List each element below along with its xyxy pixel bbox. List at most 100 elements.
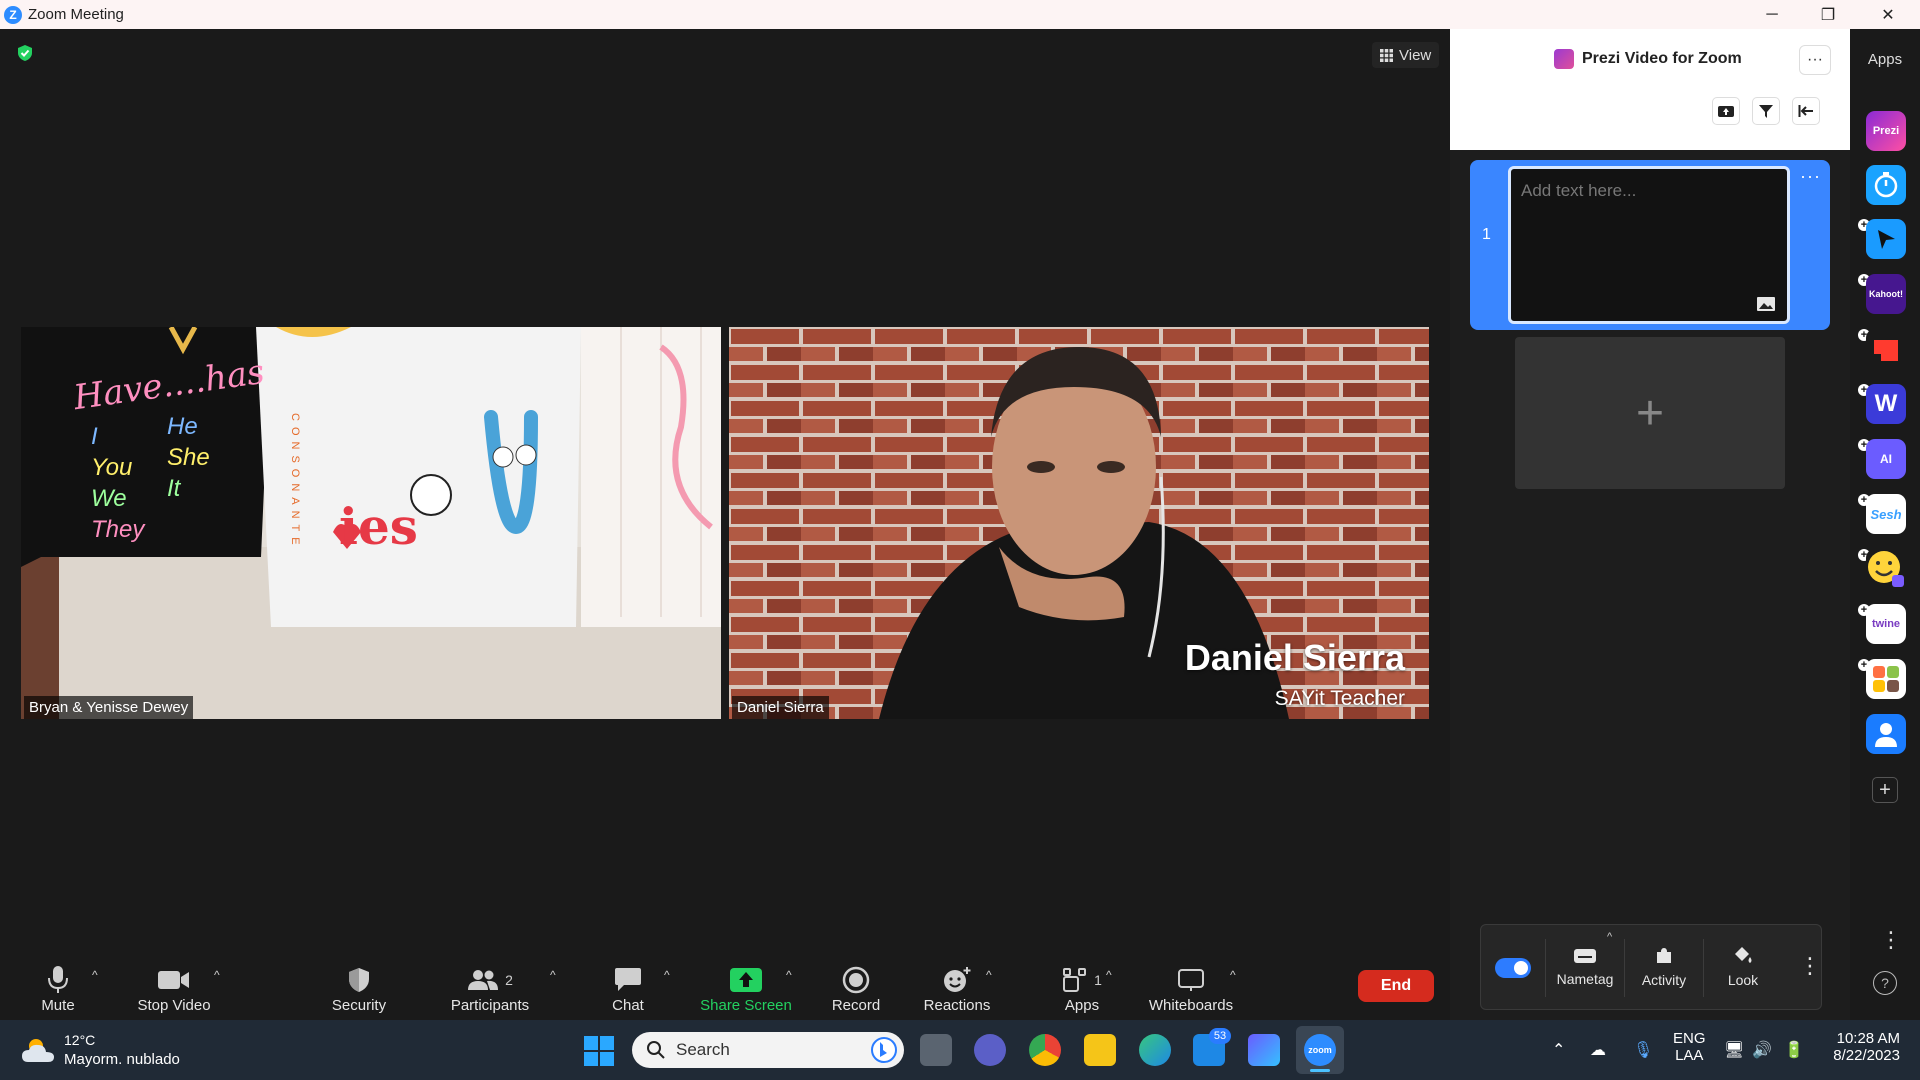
nametag-caret-icon[interactable]: ^ — [1607, 931, 1612, 943]
minimize-button[interactable]: ─ — [1744, 0, 1800, 29]
whiteboards-button[interactable]: Whiteboards — [1144, 948, 1238, 1020]
share-screen-button[interactable]: Share Screen — [696, 948, 796, 1020]
app-timer-icon[interactable] — [1866, 165, 1906, 205]
app-avatar-icon[interactable] — [1866, 714, 1906, 754]
app-grid-icon[interactable] — [1866, 659, 1906, 699]
poster-vertical-word: CONSONANTE — [289, 413, 301, 551]
weather-cloud-icon[interactable] — [22, 1036, 56, 1064]
panel-title: Prezi Video for Zoom — [1554, 49, 1742, 69]
collapse-panel-button[interactable] — [1792, 97, 1820, 125]
mic-tray-icon[interactable]: 🎙 — [1633, 1040, 1653, 1060]
participants-options-caret-icon[interactable]: ^ — [550, 968, 556, 982]
add-slide-button[interactable]: + — [1515, 337, 1785, 489]
clock-date: 8/22/2023 — [1833, 1047, 1900, 1064]
task-view-icon[interactable] — [920, 1034, 952, 1066]
bing-icon[interactable] — [870, 1036, 898, 1064]
camera-toggle-button[interactable] — [1712, 97, 1740, 125]
zoom-taskbar-active[interactable]: zoom — [1296, 1026, 1344, 1074]
chat-button[interactable]: Chat — [604, 948, 652, 1020]
app-pointer-icon[interactable] — [1866, 219, 1906, 259]
app-emoji-icon[interactable] — [1866, 549, 1906, 589]
app-prezi-icon[interactable]: Prezi — [1866, 111, 1906, 151]
video-tile-bryan[interactable]: Have....has I You We They He She It ies … — [21, 327, 721, 719]
red-shape-icon — [1874, 340, 1898, 361]
prezi-toggle[interactable] — [1495, 958, 1531, 978]
window-title: Zoom Meeting — [28, 6, 124, 23]
apps-button[interactable]: 1 Apps — [1050, 948, 1114, 1020]
slide-thumbnail-selected[interactable]: 1 Add text here... ··· — [1470, 160, 1830, 330]
chat-options-caret-icon[interactable]: ^ — [664, 968, 670, 982]
clock[interactable]: 10:28 AM 8/22/2023 — [1822, 1030, 1900, 1064]
image-icon[interactable] — [1757, 297, 1775, 311]
puzzle-icon — [1657, 948, 1671, 963]
record-button[interactable]: Record — [826, 948, 886, 1020]
volume-icon[interactable]: 🔊 — [1752, 1040, 1772, 1060]
grid-icon — [1380, 48, 1393, 62]
language-indicator[interactable]: ENG LAA — [1673, 1030, 1706, 1064]
app-red-icon[interactable] — [1866, 329, 1906, 369]
rail-more-button[interactable]: ⋮ — [1880, 927, 1902, 953]
zoom-app-icon: zoom — [1304, 1034, 1336, 1066]
battery-icon[interactable]: 🔋 — [1784, 1040, 1804, 1060]
close-button[interactable]: ✕ — [1860, 0, 1916, 29]
help-button[interactable]: ? — [1873, 971, 1897, 995]
participants-button[interactable]: 2 Participants — [448, 948, 532, 1020]
whiteboards-options-caret-icon[interactable]: ^ — [1230, 968, 1236, 982]
windows-start-icon[interactable] — [584, 1036, 614, 1066]
collapse-left-icon — [1798, 105, 1813, 117]
edge-icon[interactable] — [1139, 1034, 1171, 1066]
mute-button[interactable]: Mute — [36, 948, 80, 1020]
security-button[interactable]: Security — [326, 948, 392, 1020]
security-label: Security — [331, 997, 387, 1014]
file-explorer-icon[interactable] — [1084, 1034, 1116, 1066]
filter-button[interactable] — [1752, 97, 1780, 125]
mute-options-caret-icon[interactable]: ^ — [92, 968, 98, 982]
copilot-icon[interactable] — [1248, 1034, 1280, 1066]
app-kahoot-icon[interactable]: Kahoot! — [1866, 274, 1906, 314]
slide-more-button[interactable]: ··· — [1800, 166, 1821, 187]
taskbar-search-box[interactable]: Search — [632, 1032, 904, 1068]
network-icon[interactable]: 🖥 — [1724, 1040, 1744, 1060]
shield-icon[interactable] — [16, 44, 34, 62]
app-ai-icon[interactable]: AI — [1866, 439, 1906, 479]
restore-button[interactable]: ❐ — [1800, 0, 1856, 29]
app-sesh-icon[interactable]: Sesh — [1866, 494, 1906, 534]
share-options-caret-icon[interactable]: ^ — [786, 968, 792, 982]
app-wooclap-icon[interactable]: W — [1866, 384, 1906, 424]
pronoun-she: She — [167, 444, 210, 471]
stop-video-button[interactable]: Stop Video — [134, 948, 214, 1020]
show-hidden-icons-chevron-icon[interactable]: ⌃ — [1552, 1040, 1565, 1060]
reactions-button[interactable]: Reactions — [920, 948, 994, 1020]
view-button[interactable]: View — [1372, 42, 1440, 68]
video-tile-daniel[interactable]: Daniel Sierra SAYit Teacher Daniel Sierr… — [729, 327, 1429, 719]
activity-label: Activity — [1641, 972, 1687, 988]
footer-more-button[interactable]: ⋮ — [1799, 953, 1821, 979]
nametag-label: Nametag — [1556, 971, 1614, 987]
apps-rail: Apps Prezi + + Kahoot! + + W + AI + Sesh… — [1850, 29, 1920, 1020]
add-app-button[interactable]: + — [1872, 777, 1898, 803]
share-screen-label: Share Screen — [700, 997, 792, 1014]
panel-more-button[interactable]: ··· — [1799, 45, 1831, 75]
apps-options-caret-icon[interactable]: ^ — [1106, 968, 1112, 982]
reactions-options-caret-icon[interactable]: ^ — [986, 968, 992, 982]
pronoun-you: You — [91, 454, 133, 481]
end-button[interactable]: End — [1358, 970, 1434, 1002]
pronoun-it: It — [167, 475, 181, 502]
onedrive-warning-icon[interactable]: ☁ — [1590, 1040, 1606, 1060]
chrome-icon[interactable] — [1029, 1034, 1061, 1066]
slide-text-field[interactable]: Add text here... — [1508, 166, 1790, 324]
panel-header: Prezi Video for Zoom ··· — [1450, 29, 1850, 150]
apps-label: Apps — [1064, 997, 1100, 1014]
activity-button[interactable]: Activity — [1626, 925, 1702, 1009]
poster-ies: ies — [339, 497, 418, 556]
teams-chat-icon[interactable] — [974, 1034, 1006, 1066]
video-options-caret-icon[interactable]: ^ — [214, 968, 220, 982]
camera-icon — [158, 971, 189, 989]
zoom-logo-icon: Z — [4, 5, 22, 24]
app-twine-icon[interactable]: twine — [1866, 604, 1906, 644]
prezi-panel: Prezi Video for Zoom ··· 1 Add text here… — [1450, 29, 1850, 1020]
participant-name-label: Daniel Sierra — [732, 696, 829, 719]
look-button[interactable]: Look — [1705, 925, 1781, 1009]
participants-icon — [468, 970, 499, 990]
play-pointer-icon — [1878, 230, 1895, 249]
